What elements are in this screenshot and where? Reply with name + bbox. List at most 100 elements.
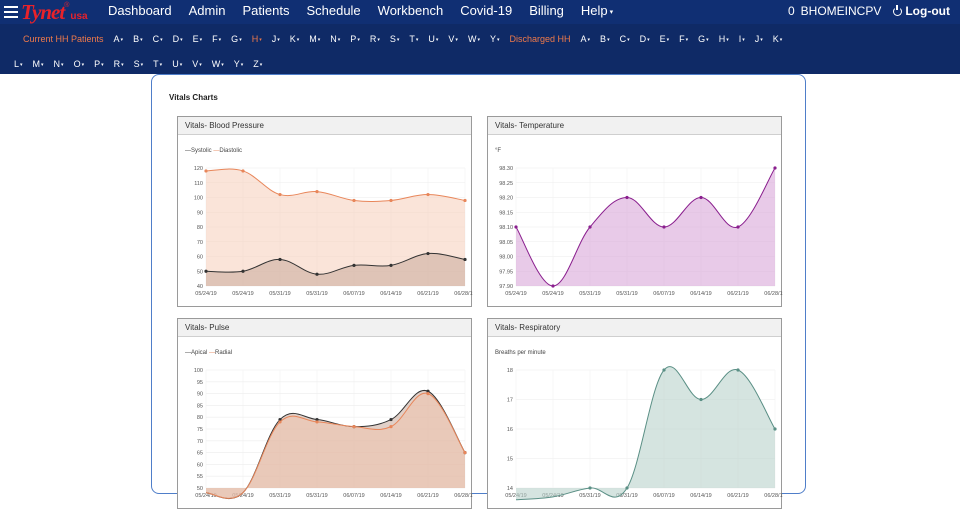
x-tick-label: 06/14/19 bbox=[690, 291, 711, 297]
discharged-letter-f[interactable]: F▾ bbox=[679, 34, 688, 44]
notification-count[interactable]: 0 bbox=[788, 4, 795, 18]
x-tick-label: 06/28/19 bbox=[764, 291, 783, 297]
logo-registered: ® bbox=[64, 1, 70, 9]
chevron-down-icon: ▾ bbox=[760, 36, 763, 43]
discharged-letter-u[interactable]: U▾ bbox=[172, 59, 182, 69]
current-letter-a[interactable]: A▾ bbox=[114, 34, 124, 44]
discharged-letter-i[interactable]: I▾ bbox=[739, 34, 745, 44]
current-letter-c[interactable]: C▾ bbox=[153, 34, 163, 44]
discharged-letter-v[interactable]: V▾ bbox=[192, 59, 202, 69]
chevron-down-icon: ▾ bbox=[317, 36, 321, 43]
logout-label: Log-out bbox=[905, 4, 950, 18]
letter-label: I bbox=[738, 34, 742, 44]
letter-label: E bbox=[192, 34, 199, 44]
discharged-letter-y[interactable]: Y▾ bbox=[234, 59, 244, 69]
y-tick-label: 18 bbox=[507, 368, 513, 374]
discharged-letter-h[interactable]: H▾ bbox=[719, 34, 729, 44]
nav-item-schedule[interactable]: Schedule bbox=[306, 3, 360, 18]
chevron-down-icon: ▾ bbox=[396, 36, 400, 43]
chevron-down-icon: ▾ bbox=[296, 36, 300, 43]
y-tick-label: 98.15 bbox=[499, 210, 513, 216]
chart-card-respiratory: Vitals- Respiratory Breaths per minute 1… bbox=[487, 318, 783, 509]
discharged-letter-r[interactable]: R▾ bbox=[114, 59, 124, 69]
x-tick-label: 05/24/19 bbox=[505, 291, 526, 297]
current-letter-b[interactable]: B▾ bbox=[133, 34, 143, 44]
data-point bbox=[389, 425, 393, 429]
chevron-down-icon: ▾ bbox=[240, 61, 244, 68]
discharged-letter-z[interactable]: Z▾ bbox=[253, 59, 262, 69]
current-letter-g[interactable]: G▾ bbox=[231, 34, 242, 44]
discharged-letter-p[interactable]: P▾ bbox=[94, 59, 104, 69]
current-letter-t[interactable]: T▾ bbox=[409, 34, 418, 44]
current-letter-u[interactable]: U▾ bbox=[428, 34, 438, 44]
chart-title: Vitals- Blood Pressure bbox=[178, 117, 471, 135]
current-letter-w[interactable]: W▾ bbox=[468, 34, 480, 44]
letter-label: B bbox=[600, 34, 607, 44]
discharged-letter-n[interactable]: N▾ bbox=[54, 59, 64, 69]
letter-label: N bbox=[330, 34, 337, 44]
current-letter-v[interactable]: V▾ bbox=[448, 34, 458, 44]
nav-item-help[interactable]: Help bbox=[581, 3, 608, 18]
chevron-down-icon: ▾ bbox=[101, 61, 104, 68]
x-tick-label: 06/21/19 bbox=[727, 291, 748, 297]
discharged-letter-l[interactable]: L▾ bbox=[14, 59, 23, 69]
nav-item-patients[interactable]: Patients bbox=[242, 3, 289, 18]
current-letter-s[interactable]: S▾ bbox=[390, 34, 400, 44]
data-point bbox=[463, 257, 467, 262]
letter-label: A bbox=[113, 34, 120, 44]
app-logo[interactable]: Tynet ® usa bbox=[4, 0, 88, 24]
logout-button[interactable]: Log-out bbox=[893, 4, 950, 18]
discharged-letter-o[interactable]: O▾ bbox=[74, 59, 85, 69]
letter-label: G bbox=[231, 34, 239, 44]
current-letter-m[interactable]: M▾ bbox=[309, 34, 320, 44]
current-letter-f[interactable]: F▾ bbox=[212, 34, 221, 44]
current-patients-link[interactable]: Current HH Patients bbox=[23, 34, 104, 44]
current-letter-n[interactable]: N▾ bbox=[330, 34, 340, 44]
current-letter-r[interactable]: R▾ bbox=[370, 34, 380, 44]
discharged-letter-c[interactable]: C▾ bbox=[620, 34, 630, 44]
nav-item-wrapper[interactable]: Help ▾ bbox=[581, 3, 613, 18]
nav-item-billing[interactable]: Billing bbox=[529, 3, 564, 18]
current-letter-h[interactable]: H▾ bbox=[252, 34, 262, 44]
letter-label: F bbox=[679, 34, 685, 44]
hamburger-menu-icon[interactable] bbox=[4, 6, 18, 18]
data-point bbox=[315, 190, 319, 194]
discharged-letter-m[interactable]: M▾ bbox=[33, 59, 44, 69]
discharged-letter-k[interactable]: K▾ bbox=[773, 34, 783, 44]
current-letter-d[interactable]: D▾ bbox=[173, 34, 183, 44]
discharged-letter-b[interactable]: B▾ bbox=[600, 34, 610, 44]
discharged-patients-link[interactable]: Discharged HH bbox=[509, 34, 570, 44]
nav-item-admin[interactable]: Admin bbox=[189, 3, 226, 18]
letter-label: T bbox=[409, 34, 415, 44]
discharged-letter-a[interactable]: A▾ bbox=[581, 34, 591, 44]
discharged-letter-g[interactable]: G▾ bbox=[698, 34, 709, 44]
discharged-letter-s[interactable]: S▾ bbox=[134, 59, 144, 69]
current-letter-e[interactable]: E▾ bbox=[193, 34, 203, 44]
discharged-letter-w[interactable]: W▾ bbox=[212, 59, 224, 69]
letter-label: R bbox=[369, 34, 377, 44]
x-tick-label: 05/31/19 bbox=[306, 291, 327, 297]
data-point bbox=[241, 269, 245, 273]
chevron-down-icon: ▾ bbox=[20, 61, 23, 68]
letter-label: R bbox=[113, 59, 121, 69]
current-letter-p[interactable]: P▾ bbox=[350, 34, 360, 44]
x-tick-label: 05/24/19 bbox=[195, 291, 216, 297]
discharged-letter-j[interactable]: J▾ bbox=[755, 34, 763, 44]
nav-item-covid-19[interactable]: Covid-19 bbox=[460, 3, 512, 18]
nav-item-workbench[interactable]: Workbench bbox=[378, 3, 444, 18]
discharged-letter-e[interactable]: E▾ bbox=[660, 34, 670, 44]
current-letter-k[interactable]: K▾ bbox=[290, 34, 300, 44]
discharged-letter-d[interactable]: D▾ bbox=[640, 34, 650, 44]
x-tick-label: 06/07/19 bbox=[343, 291, 364, 297]
series-area-2 bbox=[206, 393, 465, 499]
x-tick-label: 06/28/19 bbox=[454, 291, 473, 297]
nav-item-dashboard[interactable]: Dashboard bbox=[108, 3, 172, 18]
current-letter-j[interactable]: J▾ bbox=[272, 34, 280, 44]
current-letter-y[interactable]: Y▾ bbox=[490, 34, 500, 44]
chart-card-blood-pressure: Vitals- Blood Pressure —Systolic —Diasto… bbox=[177, 116, 473, 307]
vitals-panel: Vitals Charts Vitals- Blood Pressure —Sy… bbox=[151, 74, 806, 509]
discharged-letter-t[interactable]: T▾ bbox=[153, 59, 162, 69]
chevron-down-icon: ▾ bbox=[415, 36, 419, 43]
data-point bbox=[588, 225, 592, 229]
username[interactable]: BHOMEINCPV bbox=[801, 4, 882, 18]
